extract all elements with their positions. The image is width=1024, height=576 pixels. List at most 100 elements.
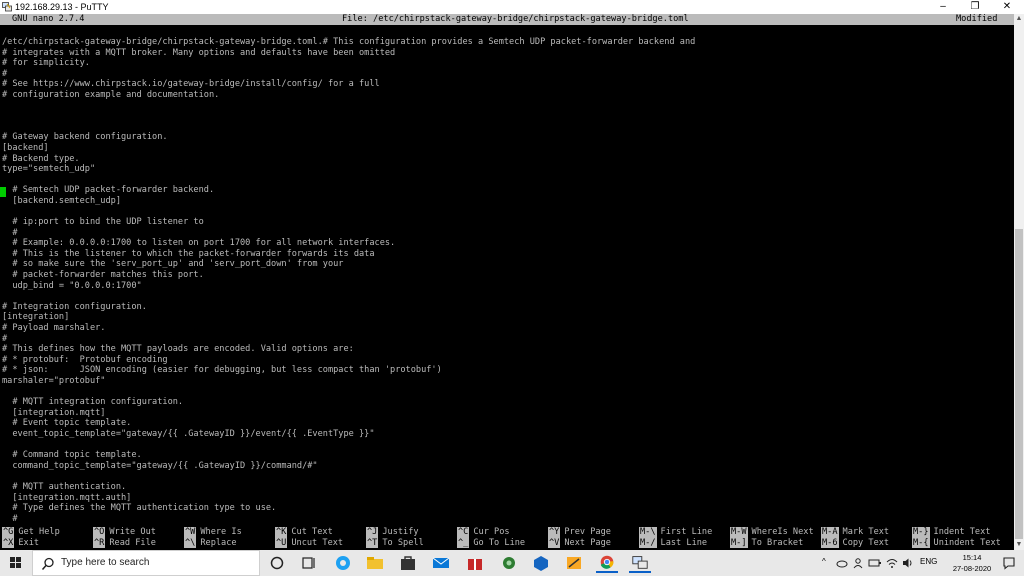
scroll-thumb[interactable]: [1015, 229, 1023, 539]
shortcut-item: ^G Get Help: [2, 527, 60, 538]
editor-line: # Payload marshaler.: [2, 323, 106, 334]
windows-start-icon[interactable]: [0, 550, 32, 576]
editor-line: # MQTT integration configuration.: [2, 397, 184, 408]
editor-line: [backend.semtech_udp]: [2, 195, 121, 206]
shortcut-group: ^O Write Out ^R Read File: [93, 527, 156, 549]
editor-line: [integration.mqtt]: [2, 407, 106, 418]
language-indicator[interactable]: ENG: [920, 557, 937, 566]
close-button[interactable]: ✕: [990, 0, 1024, 14]
editor-line: udp_bind = "0.0.0.0:1700": [2, 280, 142, 291]
shortcut-label: Read File: [109, 537, 156, 548]
shortcut-label: First Line: [660, 527, 713, 537]
scroll-down-arrow-icon[interactable]: ▼: [1014, 540, 1024, 550]
shortcut-key: M-{: [912, 537, 930, 548]
text-cursor: [0, 187, 6, 197]
clock-date: 27-08-2020: [952, 564, 992, 573]
putty-app-icon[interactable]: [2, 2, 12, 12]
shortcut-item: ^T To Spell: [366, 537, 424, 548]
shortcut-label: Copy Text: [842, 537, 890, 548]
cortana-icon[interactable]: [266, 553, 288, 573]
battery-icon[interactable]: [868, 557, 882, 569]
cloud-icon[interactable]: [836, 557, 848, 569]
people-icon[interactable]: [852, 557, 864, 569]
shortcut-key: ^V: [548, 537, 561, 548]
shortcut-label: Cur Pos: [473, 527, 510, 537]
notification-center-icon[interactable]: [1002, 556, 1016, 570]
clock-time: 15:14: [962, 553, 982, 562]
shortcut-label: Write Out: [109, 527, 156, 537]
shortcut-label: Last Line: [660, 537, 708, 548]
windows-taskbar: Type here to search ^ ENG 15:14 27-08-20…: [0, 550, 1024, 576]
shortcut-label: Replace: [200, 537, 237, 548]
wifi-icon[interactable]: [886, 557, 898, 569]
shortcut-key: ^\: [184, 537, 197, 548]
task-view-icon[interactable]: [298, 553, 320, 573]
minimize-button[interactable]: –: [926, 0, 960, 14]
file-explorer-icon[interactable]: [364, 553, 386, 573]
shortcut-key: ^K: [275, 527, 288, 538]
volume-icon[interactable]: [902, 557, 914, 569]
terminal-area[interactable]: GNU nano 2.7.4 File: /etc/chirpstack-gat…: [0, 14, 1014, 550]
chrome-browser-icon[interactable]: [596, 553, 618, 573]
shortcut-key: ^X: [2, 537, 15, 548]
shortcut-label: Justify: [382, 527, 419, 537]
shortcut-group: M-A Mark Text M-6 Copy Text: [821, 527, 889, 549]
editor-line: #: [2, 513, 18, 524]
putty-taskbar-icon[interactable]: [629, 553, 651, 573]
shortcut-key: ^W: [184, 527, 197, 538]
tray-overflow-chevron-icon[interactable]: ^: [822, 557, 826, 566]
shortcut-item: ^J Justify: [366, 527, 424, 538]
maximize-button[interactable]: ❐: [958, 0, 992, 14]
mail-icon[interactable]: [430, 553, 452, 573]
editor-line: # See https://www.chirpstack.io/gateway-…: [2, 79, 380, 90]
nano-header-bar: GNU nano 2.7.4 File: /etc/chirpstack-gat…: [0, 14, 1014, 25]
shortcut-item: ^C Cur Pos: [457, 527, 525, 538]
taskbar-clock[interactable]: 15:14 27-08-2020: [948, 552, 996, 574]
editor-line: # Semtech UDP packet-forwarder backend.: [2, 185, 215, 196]
winscp-icon[interactable]: [563, 553, 585, 573]
shortcut-label: Go To Line: [473, 537, 526, 548]
store-icon[interactable]: [397, 553, 419, 573]
search-icon: [41, 557, 54, 570]
network-tool-icon[interactable]: [498, 553, 520, 573]
shortcut-group: M-\ First Line M-/Last Line: [639, 527, 712, 549]
shortcut-item: ^\ Replace: [184, 537, 242, 548]
shortcut-key: ^Y: [548, 527, 561, 538]
editor-line: # Example: 0.0.0.0:1700 to listen on por…: [2, 238, 396, 249]
shortcut-key: M-]: [730, 537, 748, 548]
gift-app-icon[interactable]: [464, 553, 486, 573]
editor-line: # * protobuf: Protobuf encoding: [2, 354, 168, 365]
virtualbox-icon[interactable]: [530, 553, 552, 573]
shortcut-label: To Spell: [382, 537, 424, 548]
shortcut-group: ^J Justify ^T To Spell: [366, 527, 424, 549]
shortcut-group: ^C Cur Pos ^_ Go To Line: [457, 527, 525, 549]
taskbar-search-box[interactable]: Type here to search: [32, 550, 260, 576]
scroll-up-arrow-icon[interactable]: ▲: [1014, 14, 1024, 24]
editor-line: # for simplicity.: [2, 58, 90, 69]
shortcut-key: ^R: [93, 537, 106, 548]
editor-line: # MQTT authentication.: [2, 481, 127, 492]
editor-line: # Integration configuration.: [2, 301, 147, 312]
shortcut-label: Uncut Text: [291, 537, 344, 548]
shortcut-item: M-{Unindent Text: [912, 537, 1001, 548]
shortcut-key: ^_: [457, 537, 470, 548]
shortcut-item: M-A Mark Text: [821, 527, 889, 538]
editor-line: #: [2, 68, 8, 79]
editor-line: # so make sure the 'serv_port_up' and 's…: [2, 259, 344, 270]
editor-line: [integration.mqtt.auth]: [2, 492, 132, 503]
edge-browser-icon[interactable]: [332, 553, 354, 573]
shortcut-label: Prev Page: [564, 527, 611, 537]
editor-buffer[interactable]: /etc/chirpstack-gateway-bridge/chirpstac…: [2, 37, 1012, 524]
shortcut-key: ^O: [93, 527, 106, 538]
shortcut-item: ^V Next Page: [548, 537, 611, 548]
editor-line: marshaler="protobuf": [2, 376, 106, 386]
editor-line: # packet-forwarder matches this port.: [2, 270, 204, 281]
vertical-scrollbar[interactable]: ▲ ▼: [1014, 14, 1024, 550]
window-title-bar[interactable]: 192.168.29.13 - PuTTY – ❐ ✕: [0, 0, 1024, 14]
shortcut-label: Exit: [18, 537, 40, 548]
